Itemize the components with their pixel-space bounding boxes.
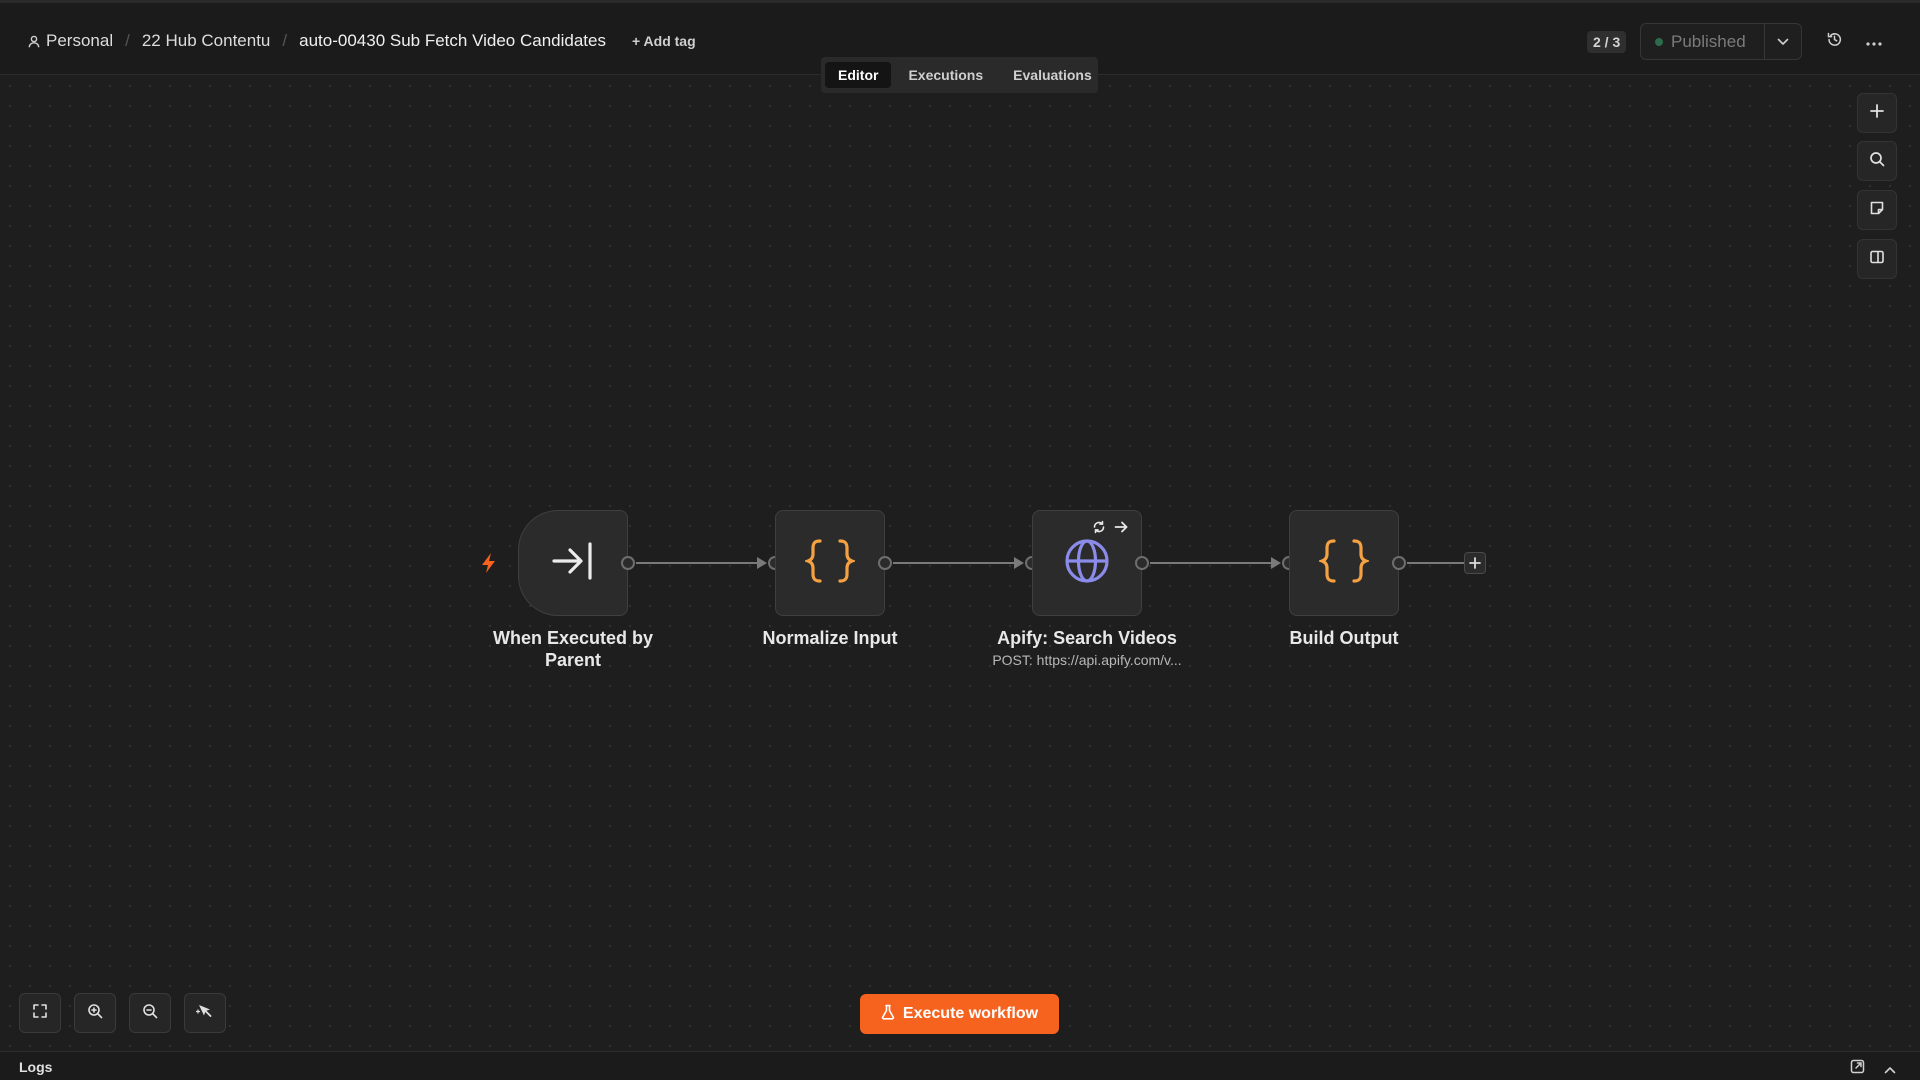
node-label-line: When Executed by <box>492 628 654 648</box>
publish-button[interactable]: Published <box>1641 24 1764 59</box>
connections-layer <box>636 557 1464 569</box>
node-label: Apify: Search Videos <box>997 628 1177 648</box>
tidy-up-button[interactable] <box>184 993 226 1033</box>
zoom-in-icon <box>87 1003 103 1024</box>
plus-icon <box>1869 103 1885 124</box>
view-tabs: Editor Executions Evaluations <box>821 57 1098 93</box>
node-build-output[interactable] <box>1289 510 1399 616</box>
execute-workflow-button[interactable]: Execute workflow <box>860 994 1059 1034</box>
panel-right-icon <box>1869 249 1885 270</box>
zoom-out-button[interactable] <box>129 993 171 1033</box>
breadcrumb: Personal / 22 Hub Contentu / auto-00430 … <box>28 31 696 51</box>
toggle-panel-button[interactable] <box>1857 239 1897 279</box>
logs-label: Logs <box>19 1059 53 1075</box>
fit-view-button[interactable] <box>19 993 61 1033</box>
node-badges <box>1092 520 1129 539</box>
status-dot <box>1655 37 1663 46</box>
version-counter: 2 / 3 <box>1587 31 1627 53</box>
trigger-bolt-icon <box>480 552 498 579</box>
logs-panel-bar[interactable]: Logs <box>0 1051 1920 1080</box>
sticky-note-button[interactable] <box>1857 190 1897 230</box>
magic-cursor-icon <box>195 1002 214 1025</box>
tab-evaluations[interactable]: Evaluations <box>1000 62 1105 88</box>
node-label: When Executed by Parent <box>463 627 683 671</box>
external-window-icon <box>1850 1059 1865 1078</box>
more-horizontal-icon <box>1866 33 1882 51</box>
globe-icon <box>1063 537 1111 590</box>
tab-executions[interactable]: Executions <box>895 62 996 88</box>
expand-logs-button[interactable] <box>1884 1061 1896 1079</box>
curly-braces-icon <box>802 538 858 589</box>
output-handle[interactable] <box>1135 556 1149 570</box>
workflow-canvas[interactable]: When Executed by Parent Normalize Input … <box>0 76 1920 1051</box>
breadcrumb-separator: / <box>125 31 130 50</box>
zoom-in-button[interactable] <box>74 993 116 1033</box>
history-icon <box>1826 31 1843 53</box>
node-label: Normalize Input <box>762 628 898 648</box>
publish-dropdown-button[interactable] <box>1764 24 1801 59</box>
breadcrumb-owner[interactable]: Personal <box>28 31 113 51</box>
add-tag-button[interactable]: + Add tag <box>632 33 696 49</box>
node-label-line: Parent <box>544 650 602 670</box>
workflow-name[interactable]: auto-00430 Sub Fetch Video Candidates <box>299 31 606 51</box>
output-handle[interactable] <box>878 556 892 570</box>
search-icon <box>1869 151 1885 172</box>
node-subtitle: POST: https://api.apify.com/v... <box>992 652 1182 668</box>
arrow-right-icon <box>1114 520 1129 539</box>
more-options-button[interactable] <box>1862 30 1886 54</box>
tab-editor[interactable]: Editor <box>825 62 892 88</box>
plus-icon <box>1469 553 1481 574</box>
breadcrumb-project[interactable]: 22 Hub Contentu <box>142 31 271 51</box>
sticky-note-icon <box>1869 200 1885 221</box>
search-nodes-button[interactable] <box>1857 141 1897 181</box>
publish-status-label: Published <box>1671 31 1746 51</box>
node-normalize-input[interactable] <box>775 510 885 616</box>
flask-icon <box>881 1004 895 1025</box>
curly-braces-icon <box>1316 538 1372 589</box>
output-handle[interactable] <box>621 556 635 570</box>
add-node-panel-button[interactable] <box>1857 93 1897 133</box>
add-node-button[interactable] <box>1464 552 1486 574</box>
fullscreen-icon <box>32 1003 48 1024</box>
node-when-executed-by-parent[interactable] <box>518 510 628 616</box>
user-icon <box>28 35 40 48</box>
execute-workflow-label: Execute workflow <box>902 1005 1039 1022</box>
history-button[interactable] <box>1822 30 1846 54</box>
breadcrumb-project-label: 22 Hub Contentu <box>141 31 271 50</box>
chevron-up-icon <box>1884 1061 1896 1078</box>
publish-control: Published <box>1640 23 1802 60</box>
breadcrumb-owner-label: Personal <box>46 31 114 50</box>
workflow-name-label: auto-00430 Sub Fetch Video Candidates <box>299 31 606 50</box>
chevron-down-icon <box>1777 33 1789 51</box>
node-label: Build Output <box>1289 628 1399 648</box>
sign-in-arrow-icon <box>550 541 596 586</box>
breadcrumb-separator: / <box>282 31 288 50</box>
zoom-out-icon <box>142 1003 158 1024</box>
retry-cycle-icon <box>1092 520 1106 539</box>
output-handle[interactable] <box>1392 556 1406 570</box>
pop-out-button[interactable] <box>1850 1059 1865 1079</box>
